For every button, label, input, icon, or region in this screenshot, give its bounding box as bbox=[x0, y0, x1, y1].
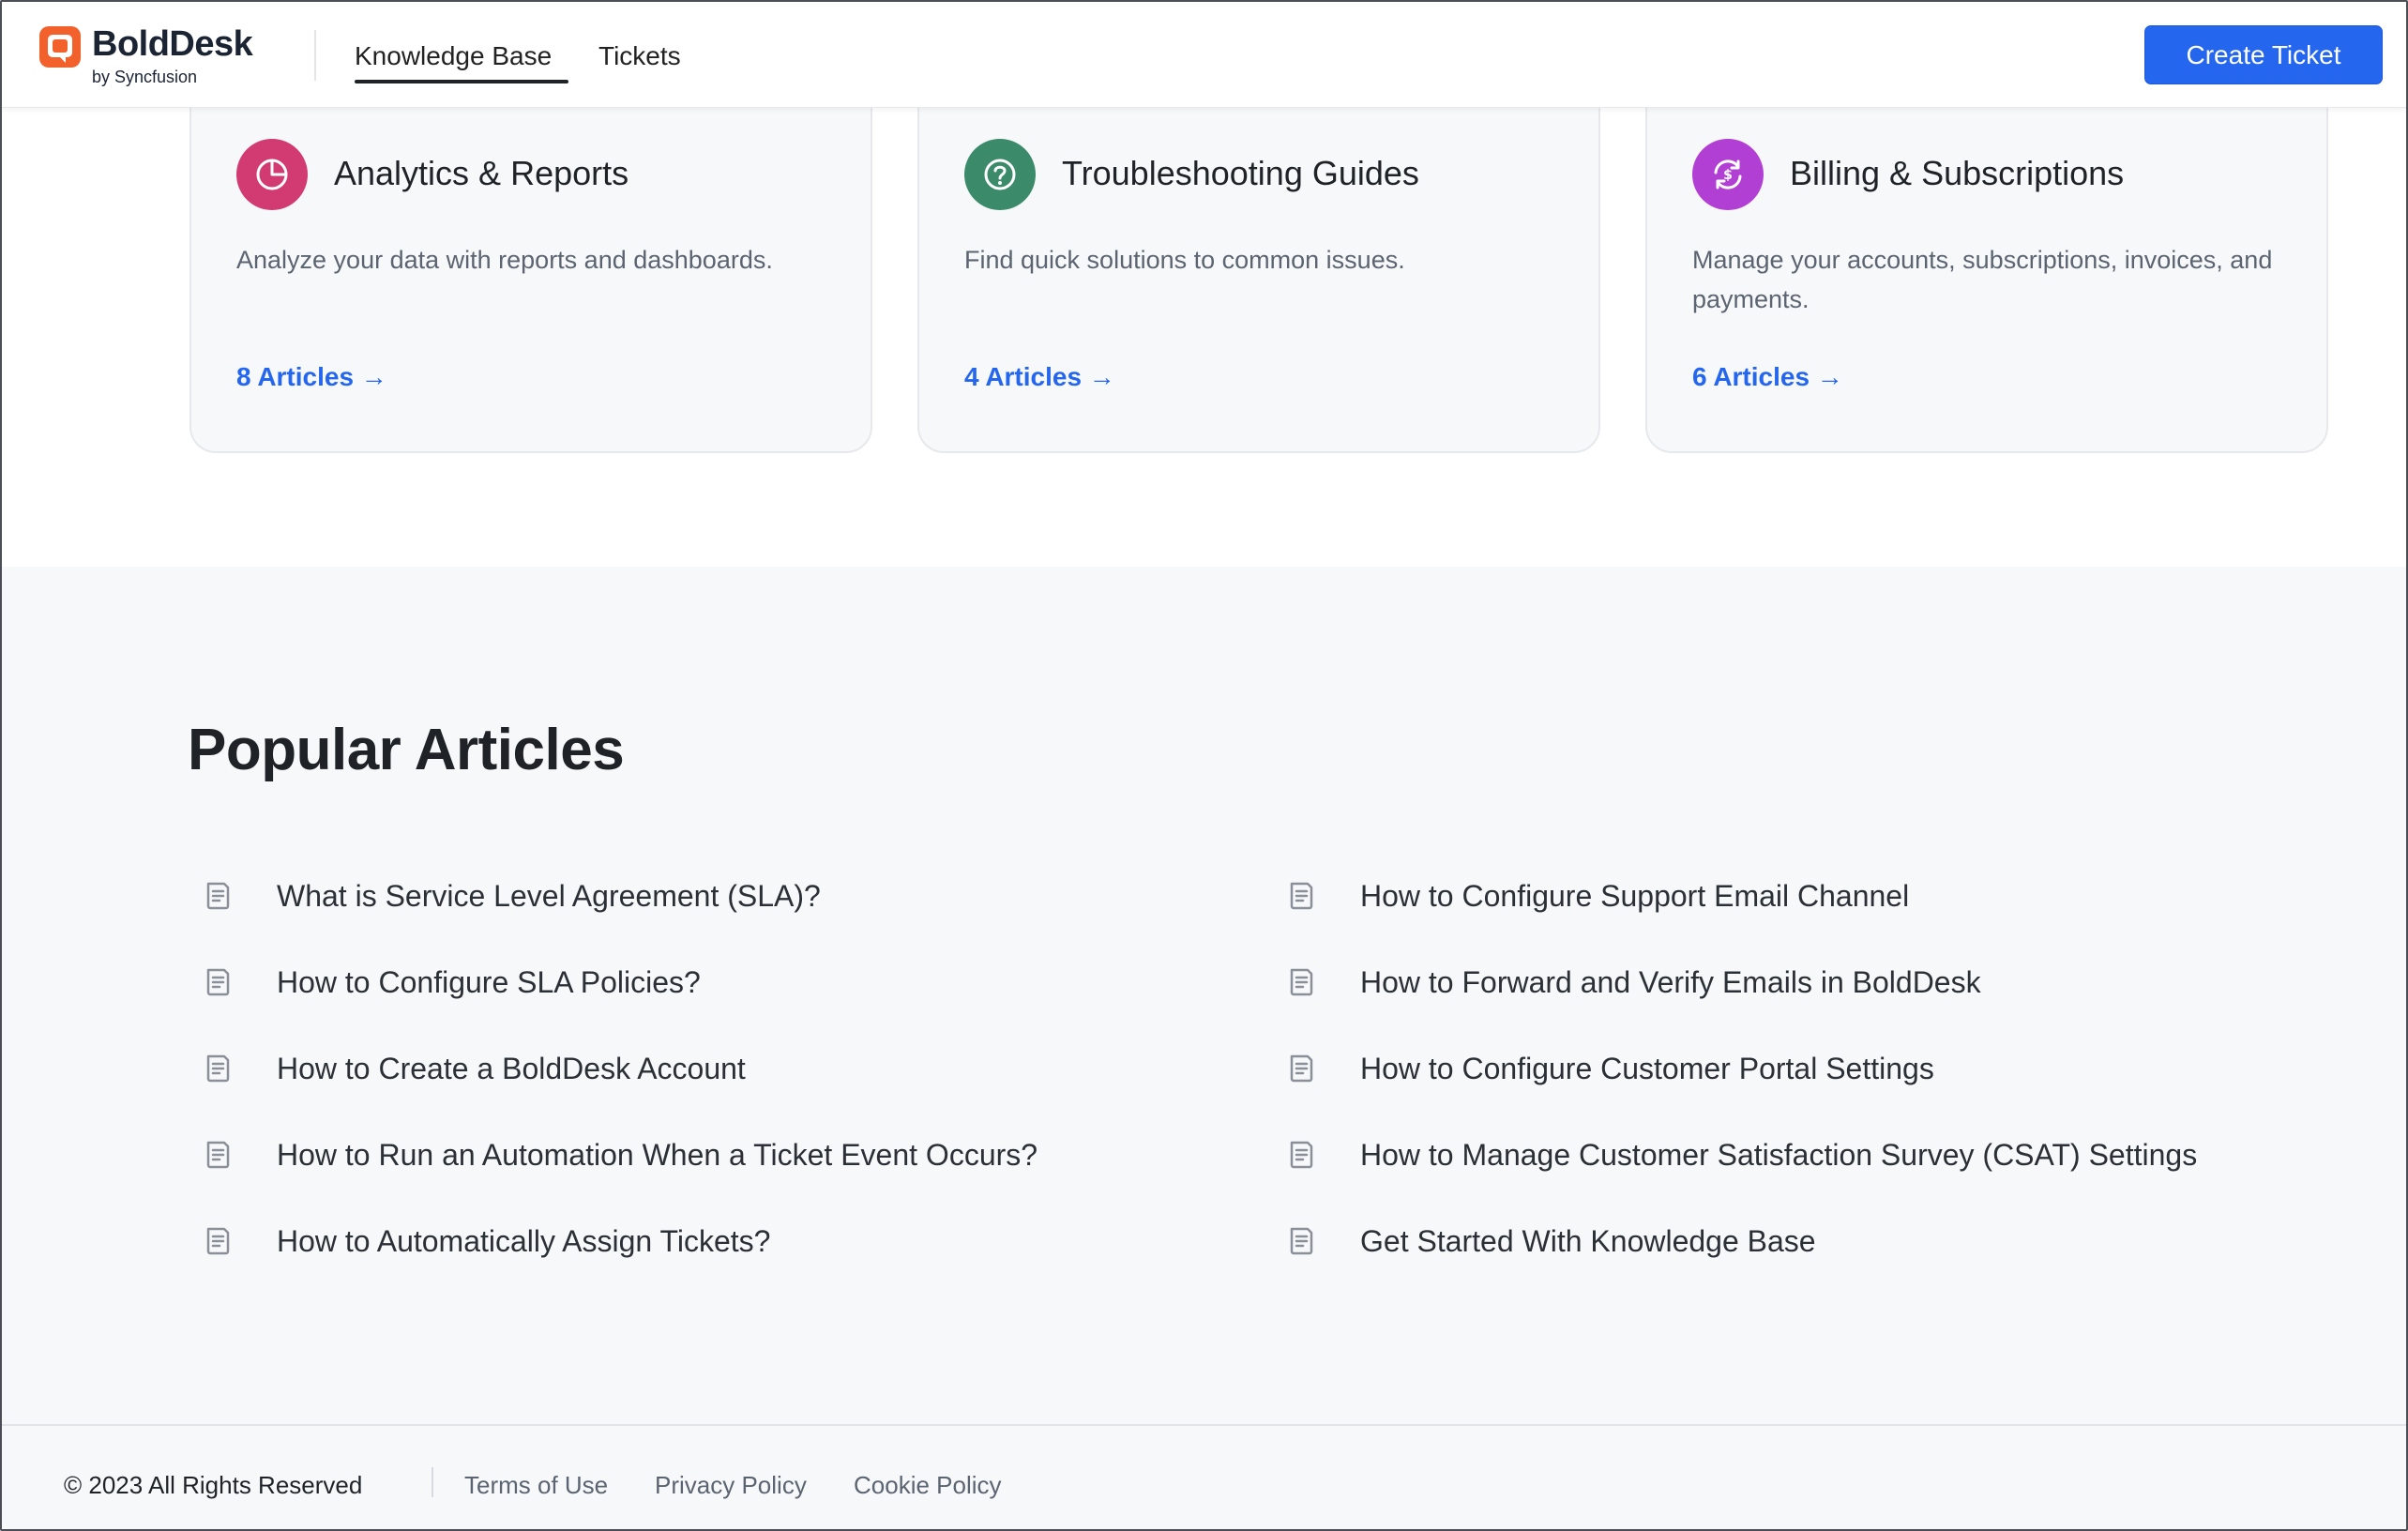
brand-name: BoldDesk bbox=[92, 24, 253, 64]
copyright-text: © 2023 All Rights Reserved bbox=[64, 1471, 363, 1499]
article-title: How to Manage Customer Satisfaction Surv… bbox=[1360, 1137, 2198, 1172]
nav-tickets[interactable]: Tickets bbox=[598, 41, 681, 71]
terms-of-use-link[interactable]: Terms of Use bbox=[464, 1471, 608, 1500]
brand-subtitle: by Syncfusion bbox=[92, 68, 198, 86]
document-icon bbox=[202, 966, 234, 998]
document-icon bbox=[1285, 1225, 1317, 1257]
category-description: Manage your accounts, subscriptions, inv… bbox=[1692, 246, 2273, 313]
article-title: Get Started With Knowledge Base bbox=[1360, 1223, 1816, 1258]
category-title: Troubleshooting Guides bbox=[1062, 154, 1419, 192]
article-link[interactable]: What is Service Level Agreement (SLA)? bbox=[202, 874, 821, 917]
category-articles-link[interactable]: 8 Articles → bbox=[236, 362, 387, 392]
svg-text:$: $ bbox=[1723, 168, 1733, 183]
article-title: How to Create a BoldDesk Account bbox=[277, 1051, 746, 1085]
article-link[interactable]: How to Forward and Verify Emails in Bold… bbox=[1285, 961, 1981, 1004]
category-card-analytics[interactable]: Analytics & Reports Analyze your data wi… bbox=[189, 58, 872, 453]
help-circle-icon bbox=[964, 139, 1036, 210]
nav-knowledge-base[interactable]: Knowledge Base bbox=[355, 41, 552, 71]
page-footer: © 2023 All Rights Reserved Terms of Use … bbox=[2, 1424, 2406, 1529]
category-card-billing[interactable]: $ Billing & Subscriptions Manage your ac… bbox=[1645, 58, 2328, 453]
article-title: How to Run an Automation When a Ticket E… bbox=[277, 1137, 1038, 1172]
cookie-policy-link[interactable]: Cookie Policy bbox=[854, 1471, 1002, 1500]
article-title: How to Configure Support Email Channel bbox=[1360, 878, 1910, 913]
document-icon bbox=[202, 1053, 234, 1084]
document-icon bbox=[1285, 1139, 1317, 1171]
article-link[interactable]: Get Started With Knowledge Base bbox=[1285, 1220, 1816, 1263]
footer-divider bbox=[432, 1467, 433, 1497]
category-description: Find quick solutions to common issues. bbox=[964, 246, 1405, 274]
document-icon bbox=[202, 880, 234, 912]
category-title: Analytics & Reports bbox=[334, 154, 629, 192]
document-icon bbox=[1285, 880, 1317, 912]
category-title: Billing & Subscriptions bbox=[1790, 154, 2125, 192]
document-icon bbox=[1285, 966, 1317, 998]
nav-active-indicator bbox=[355, 80, 568, 83]
article-link[interactable]: How to Configure Support Email Channel bbox=[1285, 874, 1909, 917]
popular-articles-section: Popular Articles What is Service Level A… bbox=[2, 567, 2406, 1424]
privacy-policy-link[interactable]: Privacy Policy bbox=[655, 1471, 807, 1500]
document-icon bbox=[1285, 1053, 1317, 1084]
category-card-troubleshooting[interactable]: Troubleshooting Guides Find quick soluti… bbox=[917, 58, 1600, 453]
article-link[interactable]: How to Create a BoldDesk Account bbox=[202, 1047, 746, 1090]
article-link[interactable]: How to Configure SLA Policies? bbox=[202, 961, 701, 1004]
document-icon bbox=[202, 1225, 234, 1257]
article-link[interactable]: How to Automatically Assign Tickets? bbox=[202, 1220, 770, 1263]
article-link[interactable]: How to Configure Customer Portal Setting… bbox=[1285, 1047, 1934, 1090]
document-icon bbox=[202, 1139, 234, 1171]
category-articles-link[interactable]: 4 Articles → bbox=[964, 362, 1115, 392]
article-title: How to Automatically Assign Tickets? bbox=[277, 1223, 771, 1258]
bolddesk-logo-icon bbox=[39, 26, 81, 68]
header-divider bbox=[314, 30, 316, 81]
brand-logo[interactable]: BoldDesk by Syncfusion bbox=[38, 24, 281, 86]
article-title: What is Service Level Agreement (SLA)? bbox=[277, 878, 821, 913]
article-title: How to Forward and Verify Emails in Bold… bbox=[1360, 964, 1981, 999]
section-title: Popular Articles bbox=[188, 718, 625, 782]
category-description: Analyze your data with reports and dashb… bbox=[236, 246, 773, 274]
article-title: How to Configure SLA Policies? bbox=[277, 964, 701, 999]
create-ticket-button[interactable]: Create Ticket bbox=[2144, 25, 2383, 84]
top-header: BoldDesk by Syncfusion Knowledge Base Ti… bbox=[2, 2, 2406, 108]
category-articles-link[interactable]: 6 Articles → bbox=[1692, 362, 1843, 392]
page-frame: BoldDesk by Syncfusion Knowledge Base Ti… bbox=[0, 0, 2408, 1531]
article-link[interactable]: How to Manage Customer Satisfaction Surv… bbox=[1285, 1133, 2197, 1176]
article-link[interactable]: How to Run an Automation When a Ticket E… bbox=[202, 1133, 1037, 1176]
pie-chart-icon bbox=[236, 139, 308, 210]
article-title: How to Configure Customer Portal Setting… bbox=[1360, 1051, 1934, 1085]
currency-exchange-icon: $ bbox=[1692, 139, 1764, 210]
